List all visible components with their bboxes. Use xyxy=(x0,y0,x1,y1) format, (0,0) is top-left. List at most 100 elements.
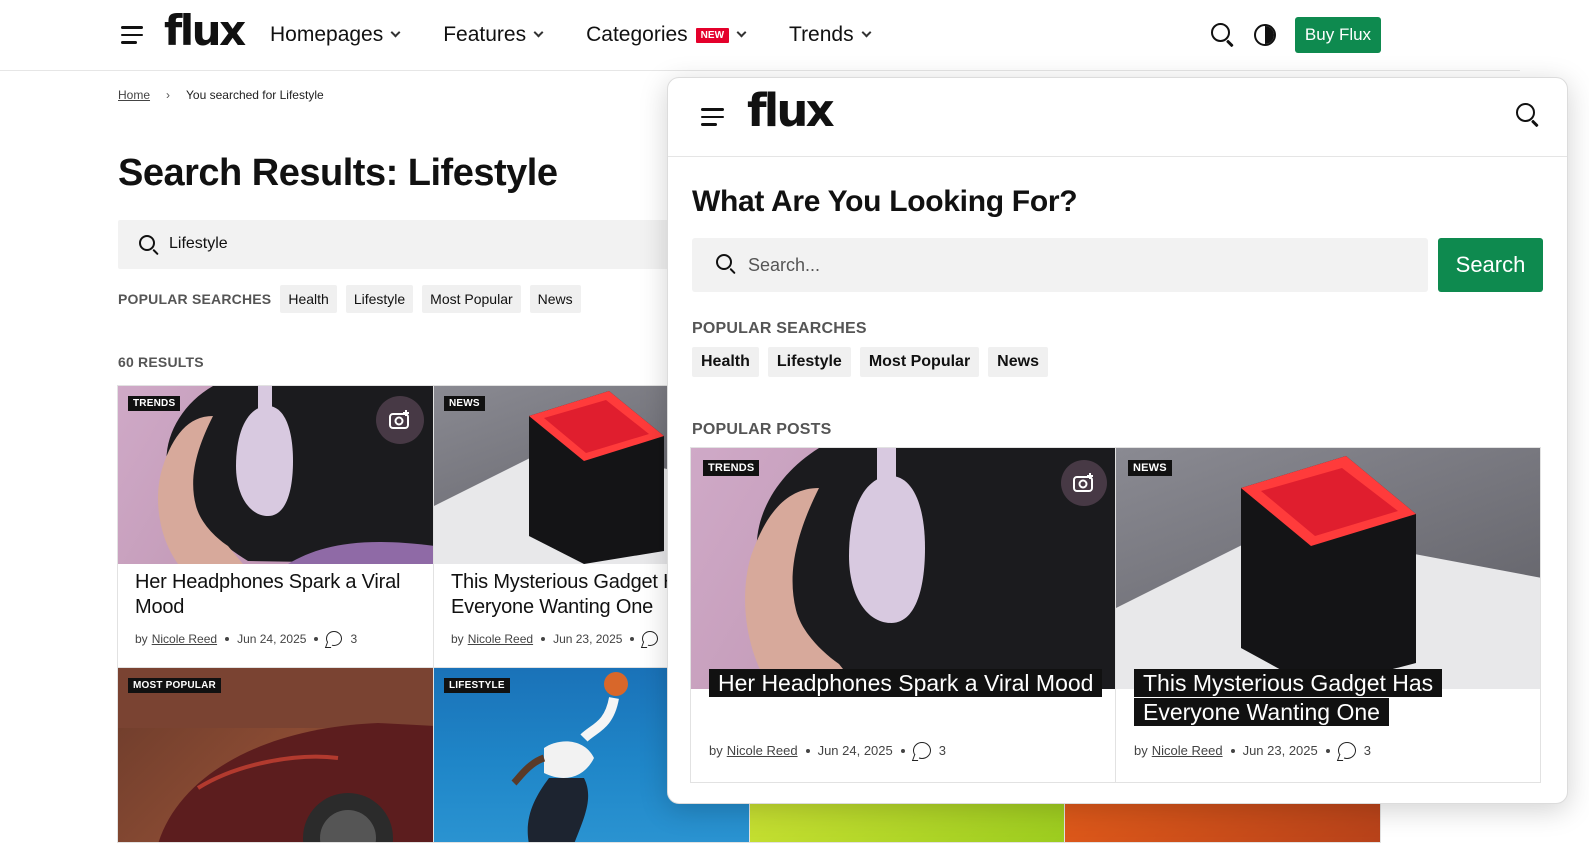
search-icon[interactable] xyxy=(1516,103,1540,128)
main-nav: Homepages Features Categories NEW Trends xyxy=(270,23,914,47)
car-photo xyxy=(118,668,433,842)
search-icon xyxy=(716,254,736,275)
search-button[interactable]: Search xyxy=(1438,238,1543,292)
site-logo[interactable]: flux xyxy=(164,6,246,55)
popular-searches-label: POPULAR SEARCHES xyxy=(118,291,272,307)
popular-post-card[interactable]: NEWS This Mysterious Gadget Has Everyone… xyxy=(1115,447,1541,783)
post-date: Jun 23, 2025 xyxy=(1242,743,1318,758)
panel-chip-health[interactable]: Health xyxy=(692,347,759,377)
panel-popular-searches: Health Lifestyle Most Popular News xyxy=(692,347,1057,377)
result-card[interactable]: TRENDS Her Headphones Spark a Viral Mood… xyxy=(117,385,434,670)
menu-icon[interactable] xyxy=(701,108,724,127)
search-overlay-panel: flux What Are You Looking For? Search...… xyxy=(667,77,1568,804)
breadcrumb-home-link[interactable]: Home xyxy=(118,88,150,102)
camera-icon[interactable] xyxy=(376,396,424,444)
post-title-text: Her Headphones Spark a Viral Mood xyxy=(709,669,1103,697)
category-tag[interactable]: MOST POPULAR xyxy=(128,678,221,693)
meta-separator xyxy=(1230,748,1235,753)
post-meta: by Nicole Reed Jun 23, 2025 3 xyxy=(1134,742,1371,759)
post-title[interactable]: This Mysterious Gadget Has Everyone Want… xyxy=(1134,669,1534,727)
popular-chip-most-popular[interactable]: Most Popular xyxy=(422,285,521,313)
panel-logo[interactable]: flux xyxy=(747,84,835,137)
search-icon xyxy=(139,235,159,256)
panel-search-input[interactable]: Search... xyxy=(692,238,1428,292)
result-title[interactable]: Her Headphones Spark a Viral Mood xyxy=(135,570,425,620)
nav-features[interactable]: Features xyxy=(443,23,544,47)
meta-separator xyxy=(900,748,905,753)
author-link[interactable]: Nicole Reed xyxy=(727,743,798,758)
meta-separator xyxy=(630,636,635,641)
category-tag[interactable]: TRENDS xyxy=(128,396,181,411)
category-tag[interactable]: NEWS xyxy=(444,396,485,411)
site-header: flux Homepages Features Categories NEW T… xyxy=(0,0,1520,71)
panel-heading: What Are You Looking For? xyxy=(692,185,1078,218)
contrast-icon[interactable] xyxy=(1254,24,1276,46)
chevron-down-icon xyxy=(736,27,747,38)
nav-categories-label: Categories xyxy=(586,23,688,46)
author-link[interactable]: Nicole Reed xyxy=(1152,743,1223,758)
comment-icon[interactable] xyxy=(912,742,931,759)
chevron-down-icon xyxy=(390,27,401,38)
category-tag[interactable]: TRENDS xyxy=(703,460,760,476)
meta-separator xyxy=(805,748,810,753)
popular-chip-lifestyle[interactable]: Lifestyle xyxy=(345,285,414,313)
popular-chip-news[interactable]: News xyxy=(529,285,581,313)
comment-icon[interactable] xyxy=(1337,742,1356,759)
result-card[interactable] xyxy=(749,800,1065,843)
meta-separator xyxy=(225,636,230,641)
nav-categories[interactable]: Categories NEW xyxy=(586,23,747,47)
post-date: Jun 24, 2025 xyxy=(237,631,307,646)
result-card[interactable]: MOST POPULAR xyxy=(117,667,434,843)
meta-by: by xyxy=(135,631,148,646)
meta-separator xyxy=(541,636,546,641)
post-image[interactable] xyxy=(691,448,1115,689)
popular-chip-health[interactable]: Health xyxy=(280,285,337,313)
buy-flux-button[interactable]: Buy Flux xyxy=(1295,17,1381,53)
headphones-photo xyxy=(745,448,1115,689)
gadget-photo xyxy=(1116,456,1540,689)
search-input-value: Lifestyle xyxy=(169,235,228,252)
nav-trends-label: Trends xyxy=(789,23,854,46)
meta-by: by xyxy=(1134,743,1148,758)
meta-separator xyxy=(1325,748,1330,753)
chevron-down-icon xyxy=(861,27,872,38)
search-icon[interactable] xyxy=(1211,23,1235,48)
panel-chip-news[interactable]: News xyxy=(988,347,1048,377)
popular-post-card[interactable]: TRENDS Her Headphones Spark a Viral Mood… xyxy=(690,447,1116,783)
comment-count[interactable]: 3 xyxy=(350,632,357,646)
breadcrumb-separator: › xyxy=(166,88,171,102)
search-input[interactable]: Lifestyle xyxy=(118,220,678,269)
meta-by: by xyxy=(451,631,464,646)
breadcrumb-current: You searched for Lifestyle xyxy=(186,88,324,102)
author-link[interactable]: Nicole Reed xyxy=(468,632,533,646)
result-card[interactable] xyxy=(1064,800,1381,843)
page-title: Search Results: Lifestyle xyxy=(118,152,558,194)
post-meta: by Nicole Reed Jun 23, 2025 3 xyxy=(451,631,673,646)
category-tag[interactable]: NEWS xyxy=(1128,460,1172,476)
popular-searches: POPULAR SEARCHES Health Lifestyle Most P… xyxy=(118,285,590,313)
post-image[interactable] xyxy=(1116,448,1540,689)
author-link[interactable]: Nicole Reed xyxy=(152,632,217,646)
comment-icon[interactable] xyxy=(642,631,659,646)
comment-count[interactable]: 3 xyxy=(939,743,946,758)
meta-separator xyxy=(314,636,319,641)
camera-icon[interactable] xyxy=(1061,460,1107,506)
post-meta: by Nicole Reed Jun 24, 2025 3 xyxy=(709,742,946,759)
panel-header: flux xyxy=(668,78,1567,157)
nav-trends[interactable]: Trends xyxy=(789,23,872,47)
menu-icon[interactable] xyxy=(121,26,143,44)
post-date: Jun 23, 2025 xyxy=(553,631,623,646)
comment-count[interactable]: 3 xyxy=(1364,743,1371,758)
nav-features-label: Features xyxy=(443,23,527,46)
breadcrumb: Home › You searched for Lifestyle xyxy=(118,88,324,102)
post-date: Jun 24, 2025 xyxy=(817,743,893,758)
panel-chip-lifestyle[interactable]: Lifestyle xyxy=(767,347,851,377)
panel-chip-most-popular[interactable]: Most Popular xyxy=(859,347,980,377)
post-title[interactable]: Her Headphones Spark a Viral Mood xyxy=(709,669,1109,698)
category-tag[interactable]: LIFESTYLE xyxy=(444,678,510,693)
results-count: 60 RESULTS xyxy=(118,354,204,370)
new-badge: NEW xyxy=(695,27,730,43)
comment-icon[interactable] xyxy=(326,631,343,646)
post-meta: by Nicole Reed Jun 24, 2025 3 xyxy=(135,631,357,646)
nav-homepages[interactable]: Homepages xyxy=(270,23,401,47)
